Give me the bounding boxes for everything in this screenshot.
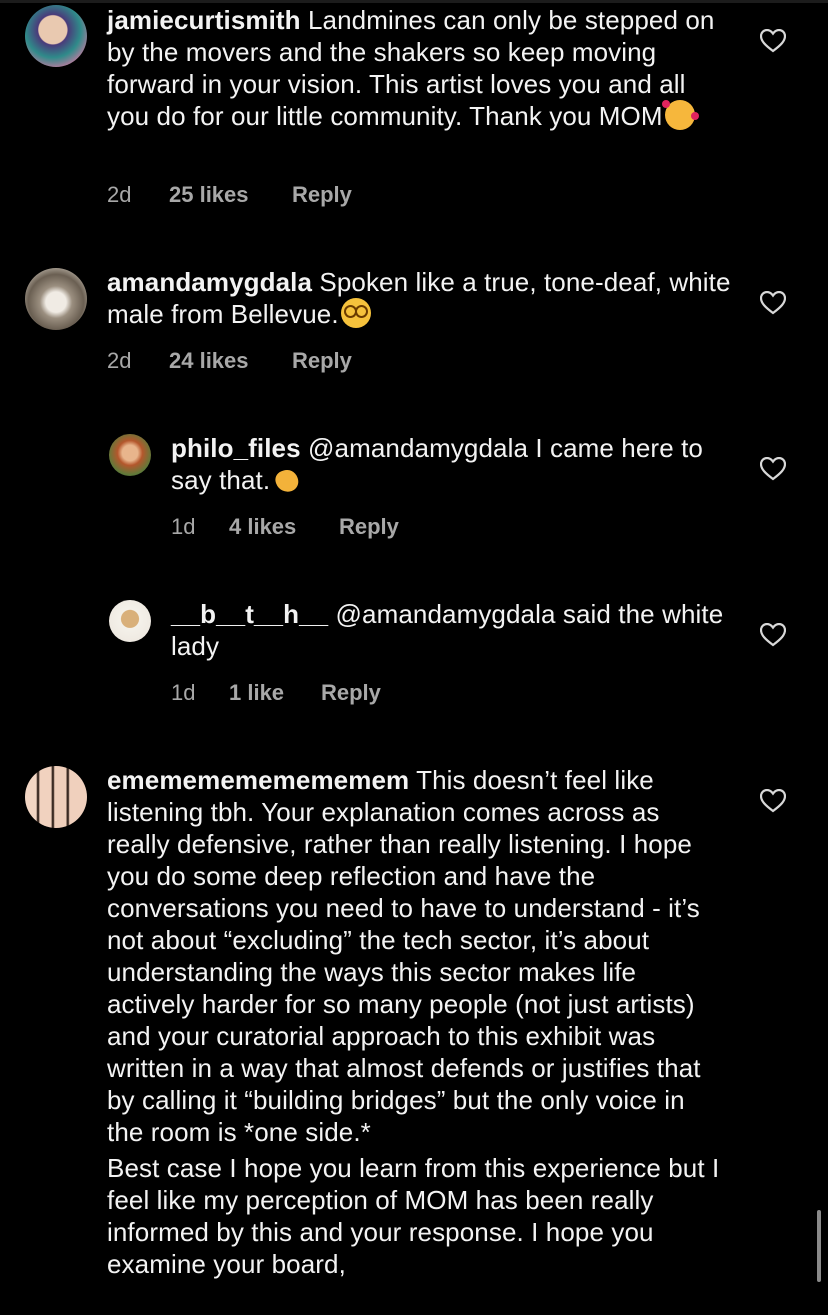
likes-count[interactable]: 25 likes <box>169 182 292 208</box>
comment-username[interactable]: emememememememem <box>107 765 409 795</box>
likes-count[interactable]: 1 like <box>229 680 321 706</box>
reply-button[interactable]: Reply <box>321 680 381 706</box>
comment-meta: 2d 24 likes Reply <box>107 348 352 374</box>
comment-username[interactable]: __b__t__h__ <box>171 599 328 629</box>
comment-time: 1d <box>171 514 196 539</box>
reply-button[interactable]: Reply <box>339 514 399 540</box>
like-heart-icon[interactable] <box>760 623 786 647</box>
avatar[interactable] <box>109 434 151 476</box>
like-heart-icon[interactable] <box>760 457 786 481</box>
avatar[interactable] <box>109 600 151 642</box>
likes-count[interactable]: 4 likes <box>229 514 339 540</box>
comment-text: philo_files @amandamygdala I came here t… <box>171 432 731 496</box>
comment-meta: 2d 25 likes Reply <box>107 182 352 208</box>
comment-body: This doesn’t feel like listening tbh. Yo… <box>107 765 701 1147</box>
comment-time: 2d <box>107 182 132 207</box>
face-with-spiral-eyes-icon <box>340 298 371 328</box>
comment-username[interactable]: jamiecurtismith <box>107 5 301 35</box>
like-heart-icon[interactable] <box>760 291 786 315</box>
like-heart-icon[interactable] <box>760 789 786 813</box>
comment-time: 2d <box>107 348 132 373</box>
top-divider <box>0 0 828 3</box>
comment-text: __b__t__h__ @amandamygdala said the whit… <box>171 598 731 662</box>
reply-button[interactable]: Reply <box>292 348 352 374</box>
smiling-face-with-hearts-icon <box>661 100 699 130</box>
comment-time: 1d <box>171 680 196 705</box>
likes-count[interactable]: 24 likes <box>169 348 292 374</box>
comment-username[interactable]: amandamygdala <box>107 267 312 297</box>
comment-meta: 1d 4 likes Reply <box>171 514 399 540</box>
comment-text: jamiecurtismith Landmines can only be st… <box>107 4 727 132</box>
scrollbar[interactable] <box>817 1210 821 1282</box>
comment-paragraph: emememememememem This doesn’t feel like … <box>107 764 727 1148</box>
avatar[interactable] <box>25 5 87 67</box>
like-heart-icon[interactable] <box>760 29 786 53</box>
comment-text: amandamygdala Spoken like a true, tone-d… <box>107 266 737 330</box>
comment-text: emememememememem This doesn’t feel like … <box>107 764 727 1280</box>
comment-meta: 1d 1 like Reply <box>171 680 381 706</box>
reply-button[interactable]: Reply <box>292 182 352 208</box>
comment-paragraph: Best case I hope you learn from this exp… <box>107 1152 727 1280</box>
comment-body: Best case I hope you learn from this exp… <box>107 1153 720 1279</box>
clapping-hands-icon <box>272 464 302 494</box>
comment-username[interactable]: philo_files <box>171 433 301 463</box>
avatar[interactable] <box>25 766 87 828</box>
avatar[interactable] <box>25 268 87 330</box>
